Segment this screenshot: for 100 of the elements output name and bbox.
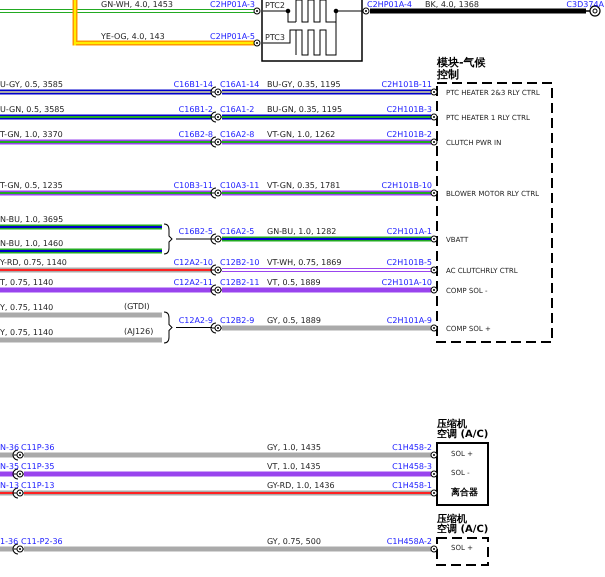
- connector-label: C3D374A: [566, 1, 604, 9]
- terminal-icon: [430, 324, 438, 332]
- terminal-icon: [430, 114, 438, 120]
- wire-label: VT-WH, 0.75, 1869: [267, 259, 342, 267]
- wire-label: GY, 0.5, 1889: [267, 317, 321, 325]
- splice-drawing: [164, 312, 212, 344]
- connector-label: C12A2-10: [174, 259, 213, 267]
- connector-label: C12A2-9: [178, 317, 213, 325]
- component-label: 离合器: [451, 489, 478, 498]
- connector-icon: [12, 468, 24, 480]
- wire-label: VT, 1.0, 1435: [267, 463, 321, 471]
- variant-label: (GTDI): [124, 303, 150, 311]
- wire-label: BU-GN, 0.35, 1195: [267, 106, 342, 114]
- connector-icon: [12, 488, 24, 498]
- connector-label: C2HP01A-3: [210, 1, 255, 9]
- wire-label: Y, 0.75, 1140: [0, 329, 54, 337]
- connector-label: C2HP01A-4: [367, 1, 412, 9]
- connector-label: C2H101A-1: [386, 228, 432, 236]
- connector-icon: [210, 322, 222, 334]
- connector-label: C12B2-9: [220, 317, 254, 325]
- connector-icon: [210, 86, 222, 98]
- connector-label: C12B2-10: [220, 259, 260, 267]
- connector-label: N-35: [0, 463, 20, 471]
- connector-label: C1H458A-2: [386, 538, 432, 546]
- connector-icon: [210, 188, 222, 198]
- wire-label: U-GN, 0.5, 3585: [0, 106, 64, 114]
- connector-label: C2H101B-11: [381, 81, 432, 89]
- wire-label: VT, 0.5, 1889: [267, 279, 321, 287]
- wire-label: YE-OG, 4.0, 143: [101, 33, 165, 41]
- wire-label: GN-BU, 1.0, 1282: [267, 228, 336, 236]
- wire-label: U-GY, 0.5, 3585: [0, 81, 63, 89]
- variant-label: (AJ126): [124, 328, 154, 336]
- terminal-icon: [430, 470, 438, 478]
- connector-label: C11P-35: [21, 463, 54, 471]
- pin-label: PTC3: [265, 34, 285, 42]
- connector-label: C12A2-11: [174, 279, 213, 287]
- connector-label: C11-P2-36: [21, 538, 63, 546]
- wire-label: T, 0.75, 1140: [0, 279, 54, 287]
- wire-label: GY, 0.75, 500: [267, 538, 321, 546]
- connector-label: C2H101B-3: [386, 106, 432, 114]
- connector-icon: [12, 544, 24, 554]
- connector-icon: [210, 284, 222, 296]
- terminal-icon: [362, 8, 370, 14]
- connector-icon: [210, 234, 222, 244]
- connector-label: C16A2-5: [220, 228, 254, 236]
- terminal-icon: [430, 236, 438, 242]
- terminal-icon: [430, 546, 438, 552]
- wire-label: T-GN, 1.0, 3370: [0, 131, 63, 139]
- connector-icon: [210, 264, 222, 276]
- terminal-icon: [430, 286, 438, 294]
- module-title: 压缩机 空调 (A/C): [437, 515, 488, 535]
- connector-label: C16B1-2: [178, 106, 213, 114]
- connector-icon: [12, 450, 24, 460]
- connector-label: C2H101B-2: [386, 131, 432, 139]
- wire-label: N-BU, 1.0, 1460: [0, 240, 64, 248]
- connector-label: C2H101A-10: [382, 279, 432, 287]
- connector-icon: [210, 136, 222, 148]
- terminal-icon: [430, 490, 438, 496]
- terminal-icon: [430, 190, 438, 196]
- module-title: 模块-气候 控制: [437, 57, 486, 82]
- connector-label: C1H458-1: [392, 482, 432, 490]
- pin-label: PTC2: [265, 2, 285, 10]
- wire-label: GY, 1.0, 1435: [267, 444, 321, 452]
- connector-label: C12B2-11: [220, 279, 260, 287]
- connector-label: C16A1-2: [220, 106, 254, 114]
- connector-label: C11P-36: [21, 444, 54, 452]
- connector-label: C2HP01A-5: [210, 33, 255, 41]
- connector-label: C16B2-5: [178, 228, 213, 236]
- wire-label: Y, 0.75, 1140: [0, 304, 54, 312]
- wire-label: GN-WH, 4.0, 1453: [101, 1, 173, 9]
- connector-label: C10B3-11: [174, 182, 213, 190]
- terminal-icon: [430, 88, 438, 96]
- connector-label: 1-36: [0, 538, 18, 546]
- connector-label: N-13: [0, 482, 20, 490]
- connector-label: C2H101B-5: [386, 259, 432, 267]
- wire-label: VT-GN, 0.35, 1781: [267, 182, 340, 190]
- wire-label: Y-RD, 0.75, 1140: [0, 259, 67, 267]
- connector-label: C10A3-11: [220, 182, 260, 190]
- terminal-icon: [430, 138, 438, 146]
- connector-label: C1H458-3: [392, 463, 432, 471]
- connector-label: C16B1-14: [174, 81, 213, 89]
- wire-label: GY-RD, 1.0, 1436: [267, 482, 335, 490]
- wire-label: N-BU, 1.0, 3695: [0, 216, 64, 224]
- connector-label: C16B2-8: [178, 131, 213, 139]
- module-title: 压缩机 空调 (A/C): [437, 420, 488, 440]
- connector-label: C11P-13: [21, 482, 54, 490]
- wire-label: BU-GY, 0.35, 1195: [267, 81, 341, 89]
- terminal-icon: [254, 8, 260, 14]
- wire-label: VT-GN, 1.0, 1262: [267, 131, 336, 139]
- wire-label: T-GN, 0.5, 1235: [0, 182, 63, 190]
- terminal-icon: [430, 266, 438, 274]
- connector-label: C1H458-2: [392, 444, 432, 452]
- connector-label: N-36: [0, 444, 20, 452]
- splice-drawing: [164, 224, 212, 254]
- terminal-icon: [254, 40, 260, 46]
- connector-label: C2H101A-9: [386, 317, 432, 325]
- connector-label: C16A2-8: [220, 131, 254, 139]
- connector-label: C16A1-14: [220, 81, 260, 89]
- terminal-icon: [430, 452, 438, 458]
- connector-icon: [210, 112, 222, 122]
